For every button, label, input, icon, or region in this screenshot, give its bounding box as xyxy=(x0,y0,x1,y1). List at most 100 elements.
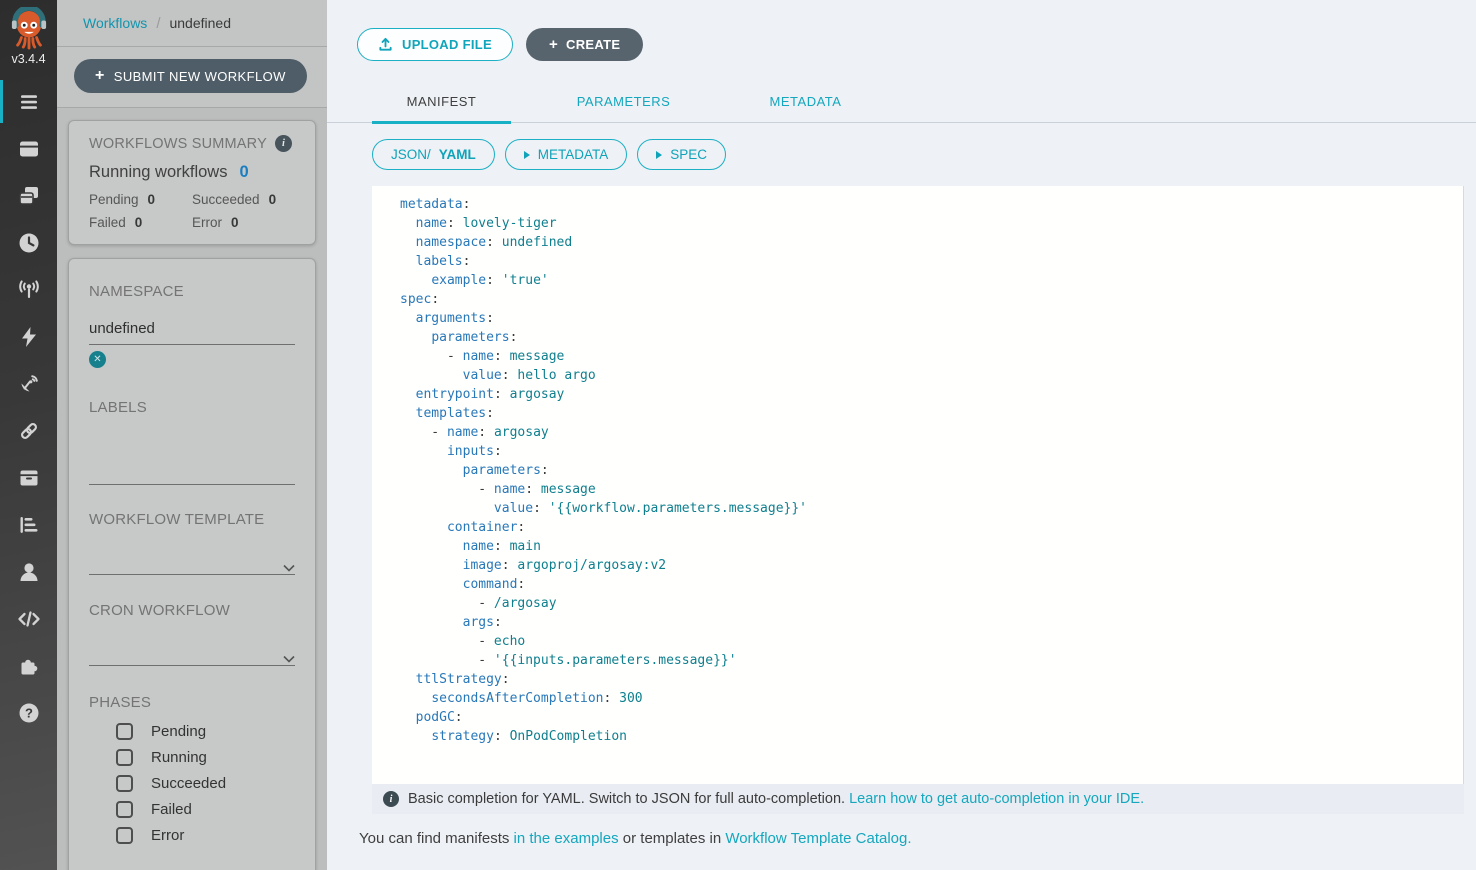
stat-failed: Failed0 xyxy=(89,215,192,230)
nav-api-docs[interactable] xyxy=(0,595,57,642)
workflow-templates-icon xyxy=(17,184,41,208)
phase-option-failed[interactable]: Failed xyxy=(116,801,295,818)
app-version: v3.4.4 xyxy=(11,52,45,66)
menu-icon xyxy=(17,90,41,114)
cron-workflow-heading: CRON WORKFLOW xyxy=(89,602,295,619)
namespace-heading: NAMESPACE xyxy=(89,283,295,300)
chevron-down-icon xyxy=(283,564,295,572)
filter-sidebar: Workflows / undefined + SUBMIT NEW WORKF… xyxy=(57,0,327,870)
nav-event-flow[interactable] xyxy=(0,266,57,313)
workflow-template-catalog-link[interactable]: Workflow Template Catalog. xyxy=(725,830,911,847)
tabs-bar: MANIFEST PARAMETERS METADATA xyxy=(327,84,1476,123)
breadcrumb-workflows-link[interactable]: Workflows xyxy=(83,15,147,31)
cron-workflow-select[interactable] xyxy=(89,650,295,666)
icon-rail: v3.4.4 xyxy=(0,0,57,870)
phases-heading: PHASES xyxy=(89,694,295,711)
spec-pill-label: SPEC xyxy=(670,147,707,162)
argo-workflows-app: v3.4.4 xyxy=(0,0,1476,870)
footer-prefix: You can find manifests xyxy=(359,830,514,847)
completion-hint-bar: i Basic completion for YAML. Switch to J… xyxy=(372,784,1464,814)
nav-reports[interactable] xyxy=(0,501,57,548)
lang-current: YAML xyxy=(439,147,476,162)
examples-link[interactable]: in the examples xyxy=(514,830,619,847)
workflows-summary-card: WORKFLOWS SUMMARY i Running workflows 0 … xyxy=(68,120,316,245)
stat-error: Error0 xyxy=(192,215,295,230)
argo-logo[interactable] xyxy=(10,7,48,51)
checkbox[interactable] xyxy=(116,827,133,844)
nav-archived-workflows[interactable] xyxy=(0,454,57,501)
nav-user[interactable] xyxy=(0,548,57,595)
metadata-collapse-button[interactable]: METADATA xyxy=(505,139,628,170)
user-icon xyxy=(17,560,41,584)
phases-list: Pending Running Succeeded Failed Error xyxy=(89,723,295,844)
checkbox[interactable] xyxy=(116,775,133,792)
nav-help[interactable]: ? xyxy=(0,689,57,736)
phase-option-running[interactable]: Running xyxy=(116,749,295,766)
spec-collapse-button[interactable]: SPEC xyxy=(637,139,726,170)
nav-plugins[interactable] xyxy=(0,642,57,689)
main-content: UPLOAD FILE + CREATE MANIFEST PARAMETERS… xyxy=(327,0,1476,870)
event-bus-icon xyxy=(17,419,41,443)
workflow-template-select[interactable] xyxy=(89,559,295,575)
phase-option-pending[interactable]: Pending xyxy=(116,723,295,740)
chevron-down-icon xyxy=(283,655,295,663)
sensors-icon xyxy=(17,372,41,396)
info-icon[interactable]: i xyxy=(275,135,292,152)
manifests-footer-note: You can find manifests in the examples o… xyxy=(359,830,1476,847)
svg-text:?: ? xyxy=(25,705,33,720)
help-icon: ? xyxy=(17,701,41,725)
reports-icon xyxy=(17,513,41,537)
phase-option-error[interactable]: Error xyxy=(116,827,295,844)
code-content: metadata: name: lovely-tiger namespace: … xyxy=(400,195,1453,746)
checkbox[interactable] xyxy=(116,801,133,818)
cron-workflows-icon xyxy=(17,231,41,255)
create-button[interactable]: + CREATE xyxy=(526,28,643,61)
lang-prefix: JSON/ xyxy=(391,147,431,162)
api-docs-icon xyxy=(16,607,42,631)
caret-right-icon xyxy=(656,151,662,159)
nav-menu[interactable] xyxy=(0,78,57,125)
tab-metadata[interactable]: METADATA xyxy=(736,84,875,123)
editor-toolbar: JSON/YAML METADATA SPEC xyxy=(372,139,1476,170)
tab-manifest[interactable]: MANIFEST xyxy=(372,84,511,123)
sidebar-panels: WORKFLOWS SUMMARY i Running workflows 0 … xyxy=(57,108,327,870)
ide-autocompletion-link[interactable]: Learn how to get auto-completion in your… xyxy=(849,791,1144,807)
stat-succeeded: Succeeded0 xyxy=(192,192,295,207)
summary-title: WORKFLOWS SUMMARY xyxy=(89,136,267,152)
submit-button-label: SUBMIT NEW WORKFLOW xyxy=(114,69,286,84)
breadcrumb-separator: / xyxy=(156,15,160,32)
breadcrumb-current: undefined xyxy=(169,15,231,31)
running-workflows-count: 0 xyxy=(239,163,248,182)
plus-icon: + xyxy=(95,68,105,84)
json-yaml-toggle-button[interactable]: JSON/YAML xyxy=(372,139,495,170)
namespace-clear-button[interactable]: ✕ xyxy=(89,351,106,368)
manifest-code-editor[interactable]: metadata: name: lovely-tiger namespace: … xyxy=(372,186,1464,784)
info-icon: i xyxy=(383,791,399,807)
workflow-template-heading: WORKFLOW TEMPLATE xyxy=(89,511,295,528)
hint-text: Basic completion for YAML. Switch to JSO… xyxy=(408,791,1144,807)
upload-icon xyxy=(378,37,393,52)
upload-file-button[interactable]: UPLOAD FILE xyxy=(357,28,513,61)
nav-items: ? xyxy=(0,78,57,736)
running-workflows-label: Running workflows xyxy=(89,163,227,182)
checkbox[interactable] xyxy=(116,723,133,740)
workflows-icon xyxy=(17,137,41,161)
nav-event-bus[interactable] xyxy=(0,407,57,454)
tab-parameters[interactable]: PARAMETERS xyxy=(554,84,693,123)
namespace-input[interactable]: undefined xyxy=(89,320,295,345)
labels-input[interactable] xyxy=(89,471,295,485)
submit-new-workflow-button[interactable]: + SUBMIT NEW WORKFLOW xyxy=(74,59,307,93)
submit-row: + SUBMIT NEW WORKFLOW xyxy=(57,47,327,108)
nav-events[interactable] xyxy=(0,313,57,360)
summary-stats: Pending0 Succeeded0 Failed0 Error0 xyxy=(89,192,295,230)
nav-workflows[interactable] xyxy=(0,125,57,172)
nav-cron-workflows[interactable] xyxy=(0,219,57,266)
nav-sensors[interactable] xyxy=(0,360,57,407)
stat-pending: Pending0 xyxy=(89,192,192,207)
phase-option-succeeded[interactable]: Succeeded xyxy=(116,775,295,792)
labels-heading: LABELS xyxy=(89,399,295,416)
nav-workflow-templates[interactable] xyxy=(0,172,57,219)
event-flow-icon xyxy=(17,278,41,302)
checkbox[interactable] xyxy=(116,749,133,766)
upload-button-label: UPLOAD FILE xyxy=(402,37,492,52)
